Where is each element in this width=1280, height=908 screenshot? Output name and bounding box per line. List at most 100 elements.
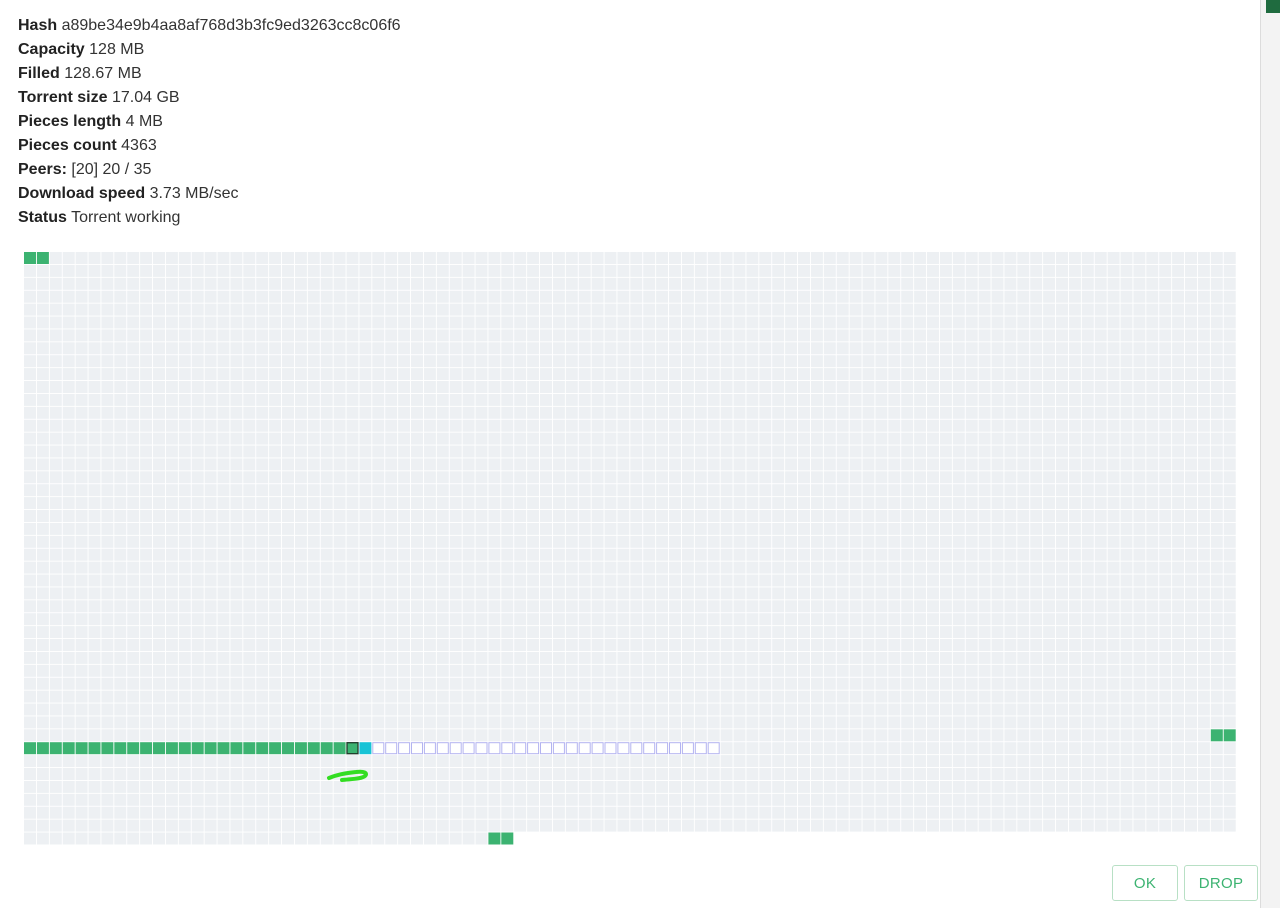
piece-empty [746, 290, 759, 303]
piece-empty [707, 471, 720, 484]
piece-empty [901, 419, 914, 432]
piece-empty [965, 716, 978, 729]
piece-empty [862, 419, 875, 432]
piece-empty [849, 600, 862, 613]
piece-empty [204, 522, 217, 535]
piece-empty [604, 290, 617, 303]
piece-empty [1107, 316, 1120, 329]
piece-empty [88, 703, 101, 716]
piece-empty [669, 290, 681, 303]
piece-empty [1094, 613, 1107, 626]
piece-empty [643, 484, 656, 497]
piece-empty [772, 690, 785, 703]
piece-empty [153, 561, 165, 574]
piece-empty [101, 677, 114, 690]
piece-empty [62, 393, 75, 406]
piece-empty [372, 510, 385, 522]
piece-empty [965, 277, 978, 290]
piece-empty [1081, 806, 1094, 819]
ok-button[interactable]: OK [1112, 865, 1178, 901]
piece-empty [849, 587, 862, 600]
piece-empty [127, 355, 140, 368]
piece-empty [256, 690, 269, 703]
piece-empty [153, 510, 165, 522]
piece-empty [823, 303, 836, 316]
piece-empty [978, 613, 991, 626]
piece-empty [127, 381, 140, 393]
piece-empty [862, 587, 875, 600]
piece-empty [436, 793, 449, 806]
piece-empty [488, 561, 501, 574]
piece-empty [565, 381, 578, 393]
piece-empty [101, 329, 114, 342]
piece-empty [527, 471, 540, 484]
piece-empty [501, 290, 514, 303]
piece-empty [540, 510, 552, 522]
piece-empty [849, 806, 862, 819]
piece-empty [785, 793, 798, 806]
piece-empty [449, 819, 462, 832]
piece-empty [256, 587, 269, 600]
piece-empty [604, 355, 617, 368]
piece-empty [694, 445, 707, 458]
piece-empty [746, 651, 759, 664]
piece-empty [746, 819, 759, 832]
piece-empty [62, 522, 75, 535]
piece-empty [75, 832, 88, 845]
piece-empty [772, 368, 785, 381]
piece-empty [1120, 316, 1133, 329]
piece-empty [1043, 780, 1056, 793]
piece-empty [436, 432, 449, 445]
piece-empty [1223, 419, 1236, 432]
piece-empty [1004, 393, 1017, 406]
piece-empty [927, 677, 939, 690]
piece-empty [836, 768, 849, 780]
piece-empty [643, 664, 656, 677]
piece-empty [294, 600, 307, 613]
piece-empty [36, 806, 49, 819]
piece-empty [411, 600, 423, 613]
piece-empty [243, 703, 256, 716]
piece-empty [514, 432, 527, 445]
piece-empty [720, 780, 733, 793]
piece-empty [333, 355, 346, 368]
piece-complete [243, 742, 256, 755]
piece-empty [604, 793, 617, 806]
piece-empty [1081, 406, 1094, 419]
piece-empty [475, 716, 488, 729]
piece-empty [1133, 393, 1146, 406]
piece-empty [1185, 471, 1197, 484]
piece-empty [372, 277, 385, 290]
piece-empty [1056, 768, 1068, 780]
piece-empty [1172, 432, 1185, 445]
piece-empty [230, 264, 243, 277]
piece-empty [604, 342, 617, 355]
piece-empty [1210, 381, 1223, 393]
piece-empty [617, 587, 630, 600]
piece-empty [578, 626, 591, 639]
piece-empty [462, 355, 475, 368]
piece-empty [810, 729, 823, 742]
piece-empty [475, 768, 488, 780]
piece-empty [669, 458, 681, 471]
piece-empty [372, 703, 385, 716]
piece-empty [759, 368, 772, 381]
piece-empty [1004, 742, 1017, 755]
piece-empty [875, 522, 888, 535]
piece-empty [385, 290, 398, 303]
piece-empty [823, 484, 836, 497]
piece-empty [965, 303, 978, 316]
piece-empty [191, 780, 204, 793]
piece-empty [165, 277, 178, 290]
piece-empty [307, 819, 320, 832]
piece-empty [449, 561, 462, 574]
drop-button[interactable]: DROP [1184, 865, 1258, 901]
piece-empty [1197, 600, 1210, 613]
piece-empty [927, 548, 939, 561]
piece-empty [720, 484, 733, 497]
piece-empty [1159, 574, 1172, 587]
piece-empty [230, 548, 243, 561]
piece-empty [411, 432, 423, 445]
piece-empty [591, 445, 604, 458]
piece-empty [140, 716, 153, 729]
